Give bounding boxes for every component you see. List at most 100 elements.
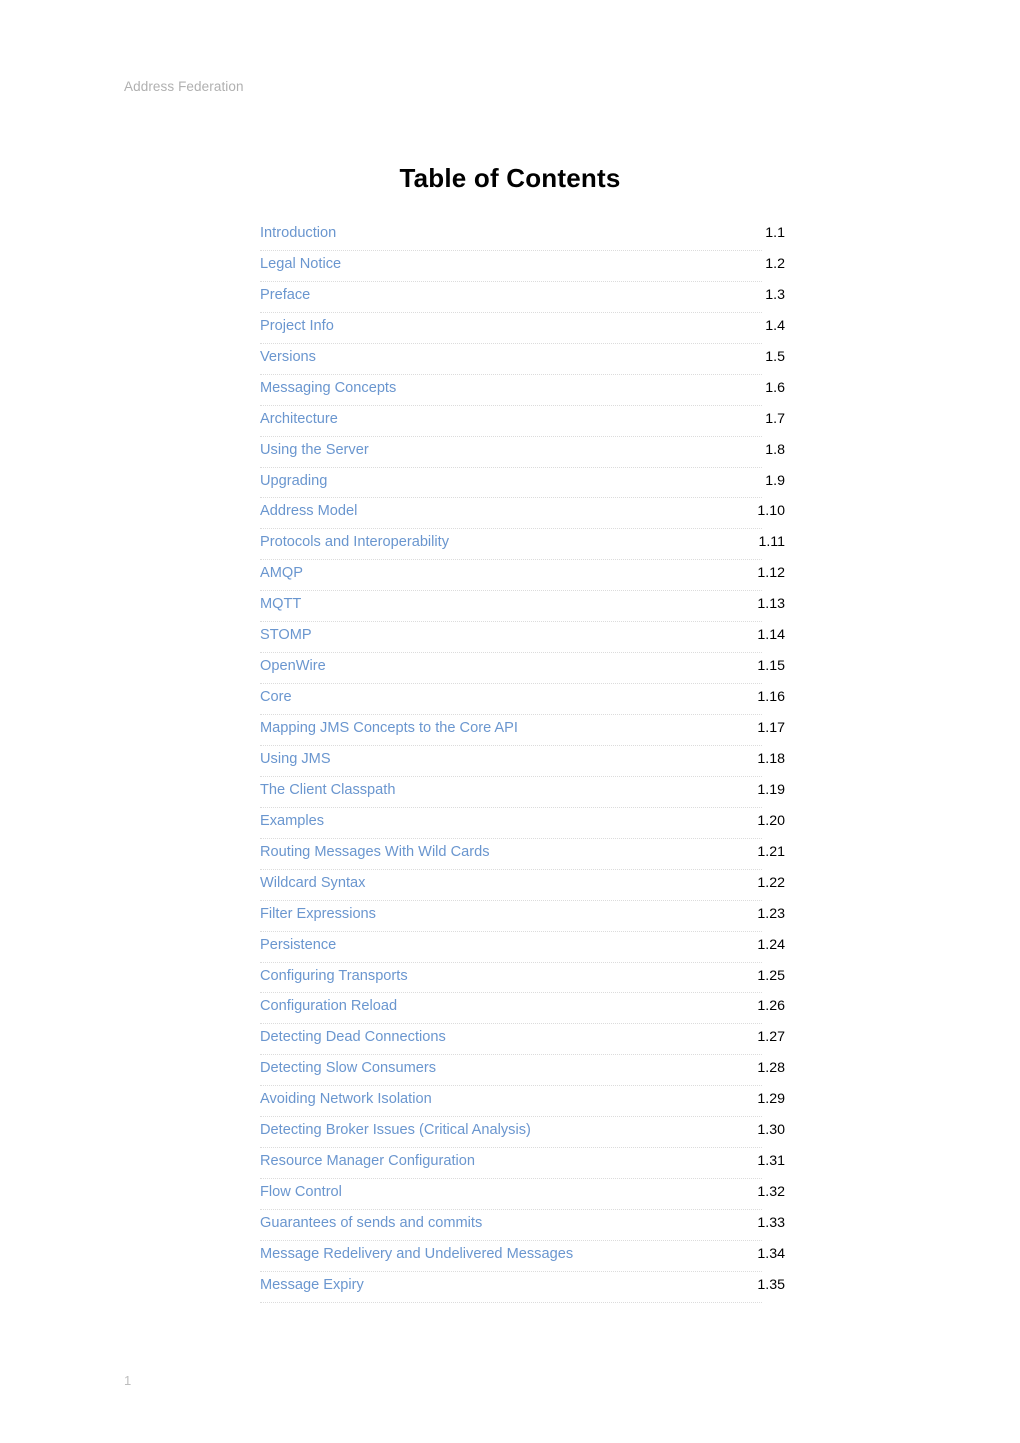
page-title: Table of Contents <box>399 163 621 193</box>
toc-entry-link[interactable]: OpenWire <box>260 653 326 677</box>
toc-row: Filter Expressions 1.23 <box>260 901 785 932</box>
toc-entry-link[interactable]: Introduction <box>260 220 336 244</box>
toc-entry-link[interactable]: AMQP <box>260 560 303 584</box>
toc-entry-number: 1.1 <box>765 225 785 241</box>
toc-entry-number: 1.8 <box>765 441 785 458</box>
toc-entry-link[interactable]: Versions <box>260 344 316 368</box>
toc-entry-link[interactable]: Core <box>260 684 292 708</box>
toc-entry-number: 1.29 <box>757 1091 785 1108</box>
toc-entry-link[interactable]: Guarantees of sends and commits <box>260 1210 482 1234</box>
toc-row: STOMP 1.14 <box>260 622 785 654</box>
toc-row: Mapping JMS Concepts to the Core API 1.17 <box>260 715 785 746</box>
toc-entry-link[interactable]: Configuring Transports <box>260 963 408 987</box>
toc-entry-link[interactable]: The Client Classpath <box>260 777 395 801</box>
toc-entry-link[interactable]: Upgrading <box>260 468 327 492</box>
toc-row: Message Redelivery and Undelivered Messa… <box>260 1241 785 1272</box>
toc-row: AMQP 1.12 <box>260 560 785 592</box>
toc-entry-number: 1.14 <box>757 627 785 644</box>
toc-row: Architecture 1.7 <box>260 406 785 437</box>
toc-entry-number: 1.26 <box>757 998 785 1015</box>
toc-entry-number: 1.34 <box>757 1245 785 1262</box>
toc-row: Routing Messages With Wild Cards 1.21 <box>260 839 785 870</box>
toc-row: Detecting Dead Connections 1.27 <box>260 1024 785 1056</box>
toc-entry-link[interactable]: Flow Control <box>260 1179 342 1203</box>
toc-row: The Client Classpath 1.19 <box>260 777 785 808</box>
toc-entry-link[interactable]: Architecture <box>260 406 338 430</box>
toc-entry-number: 1.23 <box>757 905 785 922</box>
toc-entry-link[interactable]: Project Info <box>260 313 334 337</box>
toc-entry-link[interactable]: Message Expiry <box>260 1272 364 1296</box>
toc-entry-link[interactable]: Address Model <box>260 498 357 522</box>
toc-entry-number: 1.28 <box>757 1060 785 1077</box>
toc-row: Project Info 1.4 <box>260 313 785 344</box>
toc-row: OpenWire 1.15 <box>260 653 785 685</box>
toc-row: Protocols and Interoperability 1.11 <box>260 529 785 561</box>
toc-entry-number: 1.3 <box>765 286 785 303</box>
toc-entry-link[interactable]: Legal Notice <box>260 251 341 275</box>
toc-row: Address Model 1.10 <box>260 498 785 530</box>
toc-entry-number: 1.11 <box>758 534 785 551</box>
toc-entry-link[interactable]: Using the Server <box>260 437 369 461</box>
toc-entry-number: 1.6 <box>765 379 785 396</box>
toc-row: Core 1.16 <box>260 684 785 715</box>
toc-entry-number: 1.4 <box>765 317 785 334</box>
toc-entry-link[interactable]: Detecting Broker Issues (Critical Analys… <box>260 1117 531 1141</box>
toc-entry-number: 1.35 <box>757 1276 785 1293</box>
toc-entry-link[interactable]: STOMP <box>260 622 312 646</box>
toc-row: Configuration Reload 1.26 <box>260 993 785 1025</box>
toc-entry-link[interactable]: Preface <box>260 282 310 306</box>
toc-entry-link[interactable]: Examples <box>260 808 324 832</box>
running-header: Address Federation <box>124 79 244 94</box>
toc-row: Flow Control 1.32 <box>260 1179 785 1210</box>
toc-row: Avoiding Network Isolation 1.29 <box>260 1086 785 1118</box>
toc-entry-link[interactable]: Message Redelivery and Undelivered Messa… <box>260 1241 573 1265</box>
toc-entry-number: 1.19 <box>757 781 785 798</box>
toc-entry-link[interactable]: Mapping JMS Concepts to the Core API <box>260 715 518 739</box>
toc-row: Preface 1.3 <box>260 282 785 313</box>
toc-row: Persistence 1.24 <box>260 932 785 963</box>
toc-entry-number: 1.30 <box>757 1122 785 1139</box>
toc-entry-link[interactable]: Protocols and Interoperability <box>260 529 449 553</box>
toc-entry-link[interactable]: Filter Expressions <box>260 901 376 925</box>
toc-entry-number: 1.7 <box>765 410 785 427</box>
toc-entry-number: 1.21 <box>757 843 785 860</box>
toc-entry-link[interactable]: Detecting Slow Consumers <box>260 1055 436 1079</box>
toc-entry-number: 1.18 <box>757 750 785 767</box>
toc-entry-link[interactable]: Resource Manager Configuration <box>260 1148 475 1172</box>
toc-row: Messaging Concepts 1.6 <box>260 375 785 406</box>
toc-entry-number: 1.32 <box>757 1184 785 1201</box>
toc-entry-link[interactable]: Using JMS <box>260 746 331 770</box>
toc-entry-link[interactable]: Wildcard Syntax <box>260 870 365 894</box>
toc-row: Using JMS 1.18 <box>260 746 785 777</box>
toc-row: Detecting Slow Consumers 1.28 <box>260 1055 785 1087</box>
toc-row: Configuring Transports 1.25 <box>260 963 785 994</box>
toc-entry-link[interactable]: Detecting Dead Connections <box>260 1024 446 1048</box>
toc-row: Message Expiry 1.35 <box>260 1272 785 1303</box>
toc-entry-link[interactable]: MQTT <box>260 591 301 615</box>
toc-entry-link[interactable]: Persistence <box>260 932 336 956</box>
toc-entry-number: 1.17 <box>757 720 785 736</box>
toc-entry-number: 1.20 <box>757 812 785 829</box>
toc-entry-link[interactable]: Routing Messages With Wild Cards <box>260 839 490 863</box>
toc-entry-number: 1.5 <box>765 348 785 365</box>
footer-page-number: 1 <box>124 1373 132 1388</box>
toc-entry-number: 1.9 <box>765 472 785 489</box>
toc-row: Wildcard Syntax 1.22 <box>260 870 785 901</box>
toc-row: Introduction 1.1 <box>260 220 785 251</box>
toc-row: Examples 1.20 <box>260 808 785 839</box>
toc-entry-number: 1.24 <box>757 936 785 953</box>
toc-entry-number: 1.27 <box>757 1029 785 1046</box>
toc-entry-number: 1.15 <box>757 658 785 675</box>
toc-entry-link[interactable]: Avoiding Network Isolation <box>260 1086 432 1110</box>
toc-entry-link[interactable]: Configuration Reload <box>260 993 397 1017</box>
table-of-contents: Introduction 1.1 Legal Notice 1.2 Preface 1.3… <box>260 220 785 1303</box>
toc-row: Upgrading 1.9 <box>260 468 785 499</box>
toc-entry-number: 1.16 <box>757 689 785 706</box>
toc-entry-link[interactable]: Messaging Concepts <box>260 375 396 399</box>
toc-row: Detecting Broker Issues (Critical Analys… <box>260 1117 785 1149</box>
toc-entry-number: 1.10 <box>757 503 785 520</box>
toc-entry-number: 1.22 <box>757 874 785 891</box>
toc-entry-number: 1.13 <box>757 596 785 613</box>
toc-entry-number: 1.12 <box>757 565 785 582</box>
toc-entry-number: 1.33 <box>757 1215 785 1231</box>
